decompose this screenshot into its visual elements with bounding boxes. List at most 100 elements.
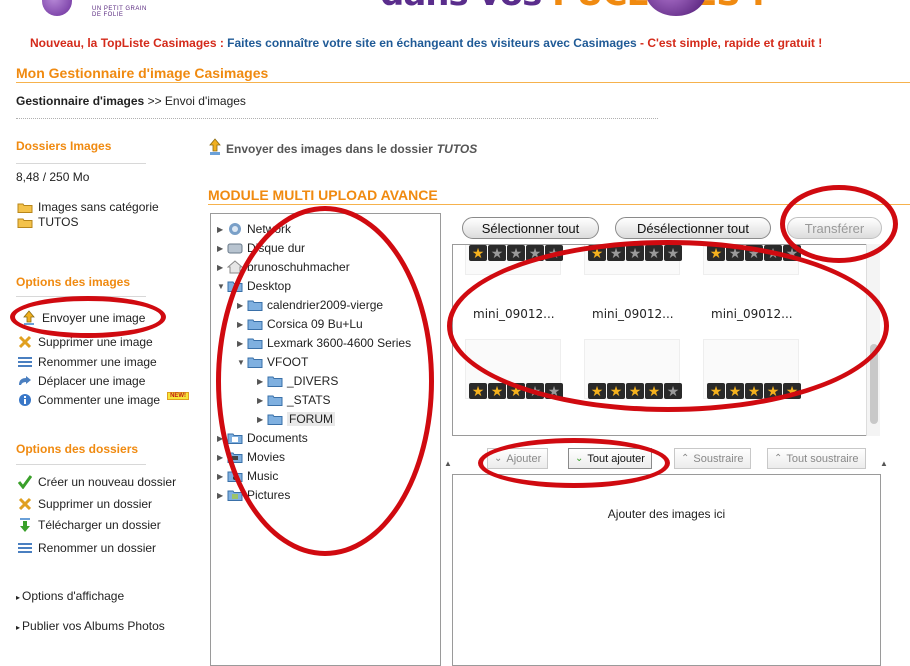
drive-icon bbox=[227, 241, 243, 255]
tree-label: Pictures bbox=[247, 488, 291, 502]
collapse-triangle-icon[interactable]: ▼ bbox=[217, 282, 227, 291]
tree-label: Disque dur bbox=[247, 241, 306, 255]
image-options-divider bbox=[16, 296, 146, 297]
thumbnail-item[interactable]: ★ ★ ★ ★ ★ bbox=[455, 339, 563, 431]
tree-item-pictures[interactable]: ▶ Pictures bbox=[217, 486, 290, 504]
list-icon bbox=[16, 541, 33, 555]
select-all-button[interactable]: Sélectionner tout bbox=[462, 217, 599, 239]
movies-icon bbox=[227, 450, 243, 464]
tree-item-home[interactable]: ▶ brunoschuhmacher bbox=[217, 258, 350, 276]
chevron-down-icon: ⌄ bbox=[494, 452, 503, 464]
expand-triangle-icon[interactable]: ▶ bbox=[257, 396, 267, 405]
tree-item-calendrier[interactable]: ▶ calendrier2009-vierge bbox=[237, 296, 383, 314]
expand-triangle-icon[interactable]: ▶ bbox=[237, 339, 247, 348]
transfer-button[interactable]: Transférer bbox=[787, 217, 882, 239]
folder-item-tutos[interactable]: TUTOS bbox=[16, 215, 78, 229]
thumbnail-grid[interactable]: ★ ★ ★ ★ ★ mini_09012... ★ ★ ★ ★ ★ mini_09012... … bbox=[452, 244, 880, 436]
star-icon: ★ bbox=[488, 245, 506, 261]
star-icon: ★ bbox=[726, 383, 744, 399]
subtract-label: Soustraire bbox=[693, 452, 744, 465]
star-icon: ★ bbox=[664, 383, 682, 399]
download-icon bbox=[16, 518, 33, 532]
casimages-logo[interactable]: UN PETIT GRAIN DE FOLIE bbox=[36, 0, 156, 20]
thumbnail-item[interactable]: ★ ★ ★ ★ ★ mini_09012... bbox=[574, 245, 682, 337]
expand-triangle-icon[interactable]: ▶ bbox=[237, 320, 247, 329]
tree-item-lexmark[interactable]: ▶ Lexmark 3600-4600 Series bbox=[237, 334, 411, 352]
tree-item-desktop[interactable]: ▼ Desktop bbox=[217, 277, 291, 295]
expand-triangle-icon[interactable]: ▶ bbox=[217, 453, 227, 462]
promo-tail[interactable]: - C'est simple, rapide et gratuit ! bbox=[640, 36, 822, 50]
move-image-link[interactable]: Déplacer une image bbox=[16, 374, 145, 388]
star-icon: ★ bbox=[645, 245, 663, 261]
tree-item-disque-dur[interactable]: ▶ Disque dur bbox=[217, 239, 305, 257]
download-folder-link[interactable]: Télécharger un dossier bbox=[16, 518, 161, 532]
tree-item-music[interactable]: ▶ Music bbox=[217, 467, 278, 485]
chevron-up-icon: ⌃ bbox=[681, 452, 690, 464]
expand-triangle-icon[interactable]: ▶ bbox=[217, 244, 227, 253]
breadcrumb-separator: >> bbox=[144, 94, 165, 108]
desktop-icon bbox=[227, 279, 243, 293]
file-tree[interactable]: ▶ Network ▶ Disque dur ▶ brunoschuhmacher ▼… bbox=[210, 213, 441, 666]
folder-item-uncategorized[interactable]: Images sans catégorie bbox=[16, 200, 159, 214]
scrollbar-thumb[interactable] bbox=[870, 344, 878, 424]
subtract-all-label: Tout soustraire bbox=[786, 452, 859, 465]
folder-icon bbox=[247, 298, 263, 312]
star-icon: ★ bbox=[726, 245, 744, 261]
tree-item-corsica[interactable]: ▶ Corsica 09 Bu+Lu bbox=[237, 315, 363, 333]
pictures-icon bbox=[227, 488, 243, 502]
tree-label: Music bbox=[247, 469, 279, 483]
publish-albums-link[interactable]: ▸ Publier vos Albums Photos bbox=[16, 619, 165, 633]
rename-folder-link[interactable]: Renommer un dossier bbox=[16, 541, 156, 555]
promo-lead[interactable]: Nouveau, la TopListe Casimages : bbox=[30, 36, 224, 50]
delete-folder-link[interactable]: Supprimer un dossier bbox=[16, 497, 152, 511]
expand-triangle-icon[interactable]: ▶ bbox=[237, 301, 247, 310]
arrow-right-icon: ▸ bbox=[16, 593, 21, 602]
tree-item-divers[interactable]: ▶ _DIVERS bbox=[257, 372, 338, 390]
tree-item-documents[interactable]: ▶ Documents bbox=[217, 429, 308, 447]
delete-folder-label: Supprimer un dossier bbox=[38, 497, 153, 511]
star-icon: ★ bbox=[526, 245, 544, 261]
expand-triangle-icon[interactable]: ▶ bbox=[217, 472, 227, 481]
upload-caption-text: Envoyer des images dans le dossier bbox=[226, 141, 433, 156]
image-drop-zone[interactable]: Ajouter des images ici bbox=[452, 474, 881, 666]
deselect-all-button[interactable]: Désélectionner tout bbox=[615, 217, 771, 239]
subtract-all-button[interactable]: ⌃ Tout soustraire bbox=[767, 448, 866, 469]
thumbnail-item[interactable]: ★ ★ ★ ★ ★ bbox=[574, 339, 682, 431]
expand-triangle-icon[interactable]: ▶ bbox=[217, 434, 227, 443]
expand-triangle-icon[interactable]: ▶ bbox=[217, 491, 227, 500]
star-icon: ★ bbox=[588, 383, 606, 399]
expand-triangle-icon[interactable]: ▶ bbox=[217, 263, 227, 272]
comment-image-link[interactable]: Commenter une image NEW! bbox=[16, 392, 190, 407]
rating-stars: ★ ★ ★ ★ ★ bbox=[469, 245, 565, 261]
rename-image-link[interactable]: Renommer une image bbox=[16, 355, 157, 369]
thumbnail-item[interactable]: ★ ★ ★ ★ ★ bbox=[693, 339, 801, 431]
display-options-link[interactable]: ▸ Options d'affichage bbox=[16, 589, 124, 603]
star-icon: ★ bbox=[764, 383, 782, 399]
thumbnail-scrollbar[interactable] bbox=[866, 244, 880, 436]
add-button[interactable]: ⌄ Ajouter bbox=[487, 448, 549, 469]
double-chevron-up-icon: ⌃ bbox=[774, 452, 783, 464]
tree-item-forum[interactable]: ▶ FORUM bbox=[257, 410, 335, 428]
site-banner: UN PETIT GRAIN DE FOLIE dans vos PUCETTE… bbox=[0, 0, 910, 28]
expand-triangle-icon[interactable]: ▶ bbox=[257, 415, 267, 424]
breadcrumb-root[interactable]: Gestionnaire d'images bbox=[16, 94, 144, 108]
expand-triangle-icon[interactable]: ▶ bbox=[257, 377, 267, 386]
star-icon: ★ bbox=[545, 245, 563, 261]
thumbnail-name: mini_09012... bbox=[473, 307, 555, 321]
subtract-button[interactable]: ⌃ Soustraire bbox=[674, 448, 751, 469]
tree-item-movies[interactable]: ▶ Movies bbox=[217, 448, 285, 466]
tree-item-stats[interactable]: ▶ _STATS bbox=[257, 391, 331, 409]
thumbnail-item[interactable]: ★ ★ ★ ★ ★ mini_09012... bbox=[693, 245, 801, 337]
collapse-triangle-icon[interactable]: ▼ bbox=[237, 358, 247, 367]
list-icon bbox=[16, 355, 33, 369]
expand-triangle-icon[interactable]: ▶ bbox=[217, 225, 227, 234]
tree-item-network[interactable]: ▶ Network bbox=[217, 220, 291, 238]
delete-image-link[interactable]: Supprimer une image bbox=[16, 335, 153, 349]
send-image-link[interactable]: Envoyer une image bbox=[20, 310, 145, 325]
promo-line[interactable]: Nouveau, la TopListe Casimages : Faites … bbox=[30, 36, 822, 50]
create-folder-link[interactable]: Créer un nouveau dossier bbox=[16, 475, 176, 489]
tree-item-vfoot[interactable]: ▼ VFOOT bbox=[237, 353, 308, 371]
thumbnail-item[interactable]: ★ ★ ★ ★ ★ mini_09012... bbox=[455, 245, 563, 337]
add-all-button[interactable]: ⌄ Tout ajouter bbox=[568, 448, 652, 469]
promo-middle[interactable]: Faites connaître votre site en échangean… bbox=[224, 36, 640, 50]
